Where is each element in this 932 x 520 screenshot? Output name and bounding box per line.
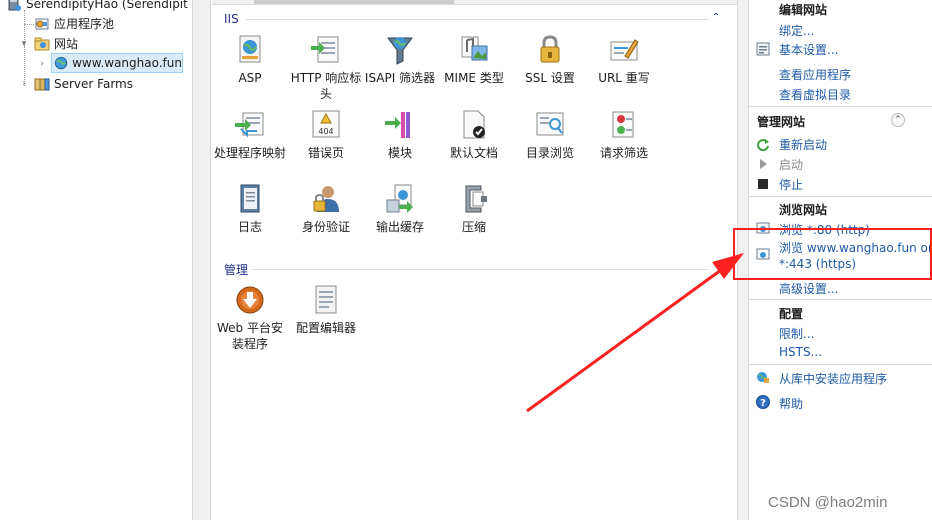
svg-text:?: ? xyxy=(760,398,766,409)
restart-icon xyxy=(757,139,769,151)
watermark: CSDN @hao2min xyxy=(768,494,888,511)
advanced-settings-link[interactable]: 高级设置... xyxy=(779,280,838,297)
mime-media-icon xyxy=(461,36,488,61)
basic-settings-icon xyxy=(756,42,770,56)
collapse-group-icon[interactable]: ⌃ xyxy=(710,12,722,23)
feature-ssl-settings[interactable]: SSL 设置 xyxy=(512,34,588,86)
tree-item-server[interactable]: SerendipityHao (Serendipit xyxy=(6,0,188,13)
expand-arrow-icon[interactable]: › xyxy=(19,79,29,89)
filter-funnel-icon xyxy=(387,37,413,65)
configuration-editor-icon xyxy=(315,285,337,314)
feature-http-response-headers[interactable]: HTTP 响应标头 xyxy=(288,34,364,102)
actions-header-edit-site: 编辑网站 xyxy=(779,3,828,17)
install-application-icon xyxy=(757,372,769,383)
web-platform-installer-icon xyxy=(236,286,264,314)
feature-mime-types[interactable]: MIME 类型 xyxy=(436,34,512,86)
collapse-section-icon[interactable]: ⌃ xyxy=(891,113,905,127)
basic-settings-link[interactable]: 基本设置... xyxy=(779,41,838,58)
help-icon: ? xyxy=(756,395,770,409)
error-page-404-icon: 404 xyxy=(312,110,340,138)
view-applications-link[interactable]: 查看应用程序 xyxy=(779,66,851,83)
svg-text:404: 404 xyxy=(318,127,333,136)
request-filtering-icon xyxy=(612,111,634,138)
actions-separator xyxy=(749,299,932,300)
feature-view: IIS ⌃ ASP HTTP 响应标头 ISAPI 筛选器 MIME 类型 SS… xyxy=(212,0,737,520)
feature-output-caching[interactable]: 输出缓存 xyxy=(362,183,438,235)
feature-url-rewrite[interactable]: URL 重写 xyxy=(586,34,662,86)
actions-header-configure: 配置 xyxy=(779,307,804,321)
start-icon xyxy=(760,159,767,169)
restart-link[interactable]: 重新启动 xyxy=(779,136,827,153)
actions-separator xyxy=(749,364,932,365)
tree-item-site-selected[interactable]: www.wanghao.fun xyxy=(51,53,183,73)
feature-error-pages[interactable]: 404 错误页 xyxy=(288,109,364,161)
group-divider xyxy=(252,269,708,270)
feature-directory-browsing[interactable]: 目录浏览 xyxy=(512,109,588,161)
tree-item-label: 应用程序池 xyxy=(54,17,115,31)
default-document-icon xyxy=(463,110,485,139)
asp-icon xyxy=(239,35,261,63)
feature-handler-mappings[interactable]: 处理程序映射 xyxy=(212,109,288,161)
start-link[interactable]: 启动 xyxy=(779,156,803,173)
bindings-link[interactable]: 绑定... xyxy=(779,22,814,39)
tree-item-server-farms[interactable]: Server Farms xyxy=(34,74,133,93)
logging-notebook-icon xyxy=(240,184,260,213)
group-title: 管理 xyxy=(224,262,249,277)
collapse-group-icon[interactable]: ⌃ xyxy=(710,262,722,273)
group-header-iis: IIS xyxy=(224,11,239,27)
feature-web-platform-installer[interactable]: Web 平台安装程序 xyxy=(212,284,288,352)
actions-separator xyxy=(749,106,932,107)
left-splitter[interactable] xyxy=(193,0,211,520)
stop-icon xyxy=(758,179,768,189)
tree-item-label: 网站 xyxy=(54,37,79,51)
padlock-icon xyxy=(540,35,560,63)
annotation-highlight-box xyxy=(733,228,932,280)
horizontal-scrollbar[interactable] xyxy=(212,0,737,5)
help-link[interactable]: 帮助 xyxy=(779,395,803,412)
feature-request-filtering[interactable]: 请求筛选 xyxy=(586,109,662,161)
directory-browsing-icon xyxy=(536,112,564,136)
compression-clamp-icon xyxy=(465,185,487,213)
feature-asp[interactable]: ASP xyxy=(212,34,288,86)
tree-line xyxy=(24,24,34,25)
tree-item-label: SerendipityHao (Serendipit xyxy=(26,0,188,11)
tree-item-label: www.wanghao.fun xyxy=(72,56,182,70)
feature-compression[interactable]: 压缩 xyxy=(436,183,512,235)
tree-item-app-pools[interactable]: 应用程序池 xyxy=(34,14,114,33)
modules-icon xyxy=(385,112,410,138)
tree-item-label: Server Farms xyxy=(54,76,133,91)
actions-header-manage-site: 管理网站 xyxy=(757,115,806,129)
group-title: IIS xyxy=(224,12,239,26)
url-rewrite-icon xyxy=(610,39,639,61)
feature-authentication[interactable]: 身份验证 xyxy=(288,183,364,235)
feature-isapi-filters[interactable]: ISAPI 筛选器 xyxy=(362,34,438,86)
feature-configuration-editor[interactable]: 配置编辑器 xyxy=(288,284,364,336)
tree-item-sites[interactable]: 网站 xyxy=(34,34,78,53)
view-virtual-directories-link[interactable]: 查看虚拟目录 xyxy=(779,86,851,103)
globe-icon xyxy=(54,56,68,70)
feature-modules[interactable]: 模块 xyxy=(362,109,438,161)
limits-link[interactable]: 限制... xyxy=(779,325,814,342)
feature-default-document[interactable]: 默认文档 xyxy=(436,109,512,161)
handler-mappings-icon xyxy=(235,112,264,138)
http-headers-icon xyxy=(311,36,339,63)
group-divider xyxy=(246,19,708,20)
group-header-manage: 管理 xyxy=(224,261,248,277)
connections-tree: SerendipityHao (Serendipit 应用程序池 ▾ 网站 › … xyxy=(0,0,193,520)
actions-header-browse-site: 浏览网站 xyxy=(779,203,828,217)
sites-folder-icon xyxy=(34,37,50,50)
feature-logging[interactable]: 日志 xyxy=(212,183,288,235)
app-pool-icon xyxy=(35,18,49,29)
hsts-link[interactable]: HSTS... xyxy=(779,345,822,359)
server-farm-icon xyxy=(34,78,50,90)
server-icon xyxy=(8,0,21,11)
output-caching-icon xyxy=(386,184,413,213)
stop-link[interactable]: 停止 xyxy=(779,176,803,193)
collapse-arrow-icon[interactable]: ▾ xyxy=(19,39,29,49)
user-lock-icon xyxy=(313,186,339,212)
expand-arrow-icon[interactable]: › xyxy=(37,59,47,69)
install-application-from-gallery-link[interactable]: 从库中安装应用程序 xyxy=(779,370,887,387)
actions-separator xyxy=(749,196,932,197)
